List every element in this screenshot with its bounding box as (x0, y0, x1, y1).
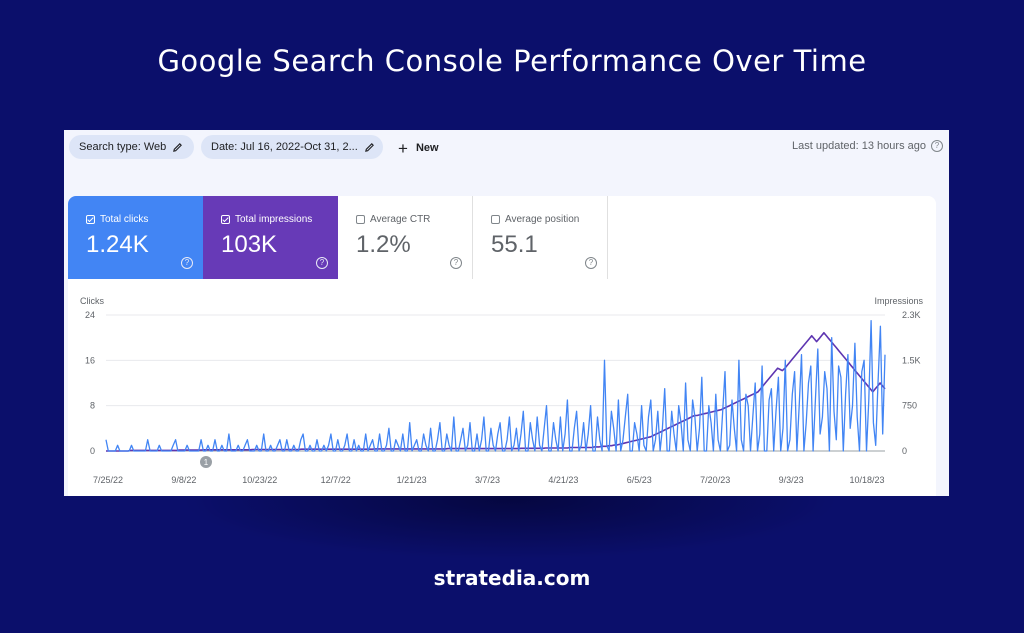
x-axis-tick-label: 12/7/22 (321, 475, 351, 485)
date-label: Date: Jul 16, 2022-Oct 31, 2... (211, 141, 358, 153)
plus-icon: + (398, 138, 408, 158)
x-axis-tick-label: 9/3/23 (779, 475, 804, 485)
new-button-label: New (415, 142, 439, 154)
series-line-total-clicks (105, 320, 886, 452)
x-axis-tick-label: 7/20/23 (700, 475, 730, 485)
left-axis-tick-label: 24 (85, 310, 95, 320)
date-filter-chip[interactable]: Date: Jul 16, 2022-Oct 31, 2... (201, 135, 383, 159)
last-updated-text: Last updated: 13 hours ago (792, 140, 926, 152)
search-type-filter-chip[interactable]: Search type: Web (69, 135, 194, 159)
left-axis-tick-label: 0 (90, 446, 95, 456)
right-axis-title: Impressions (874, 296, 923, 306)
x-axis-tick-label: 10/23/22 (242, 475, 277, 485)
x-axis-tick-label: 10/18/23 (849, 475, 884, 485)
annotation-label: 1 (204, 458, 209, 467)
right-axis-tick-label: 1.5K (902, 355, 921, 365)
search-type-label: Search type: Web (79, 141, 167, 153)
left-axis-title: Clicks (80, 296, 104, 306)
x-axis-tick-label: 6/5/23 (627, 475, 652, 485)
x-axis-tick-label: 9/8/22 (171, 475, 196, 485)
x-axis-tick-label: 1/21/23 (397, 475, 427, 485)
x-axis-tick-label: 7/25/22 (93, 475, 123, 485)
brand-footer: stratedia.com (433, 566, 591, 590)
pencil-icon (364, 142, 374, 152)
page-title: Google Search Console Performance Over T… (157, 44, 867, 78)
performance-chart: Clicks Impressions 0 8 16 24 0 750 1.5K 2.3K 7/25/… (80, 296, 924, 485)
new-filter-button[interactable]: + New (398, 138, 439, 158)
pencil-icon (173, 142, 183, 152)
x-axis-tick-label: 3/7/23 (475, 475, 500, 485)
right-axis-tick-label: 2.3K (902, 310, 921, 320)
left-axis-tick-label: 16 (85, 355, 95, 365)
help-icon[interactable]: ? (931, 140, 943, 152)
last-updated: Last updated: 13 hours ago ? (792, 140, 943, 152)
search-console-panel: Search type: Web Date: Jul 16, 2022-Oct … (64, 130, 949, 496)
right-axis-tick-label: 750 (902, 401, 917, 411)
right-axis-tick-label: 0 (902, 446, 907, 456)
x-axis-tick-label: 4/21/23 (548, 475, 578, 485)
left-axis-tick-label: 8 (90, 401, 95, 411)
performance-card: Total clicks 1.24K ? Total impressions 1… (68, 196, 936, 496)
